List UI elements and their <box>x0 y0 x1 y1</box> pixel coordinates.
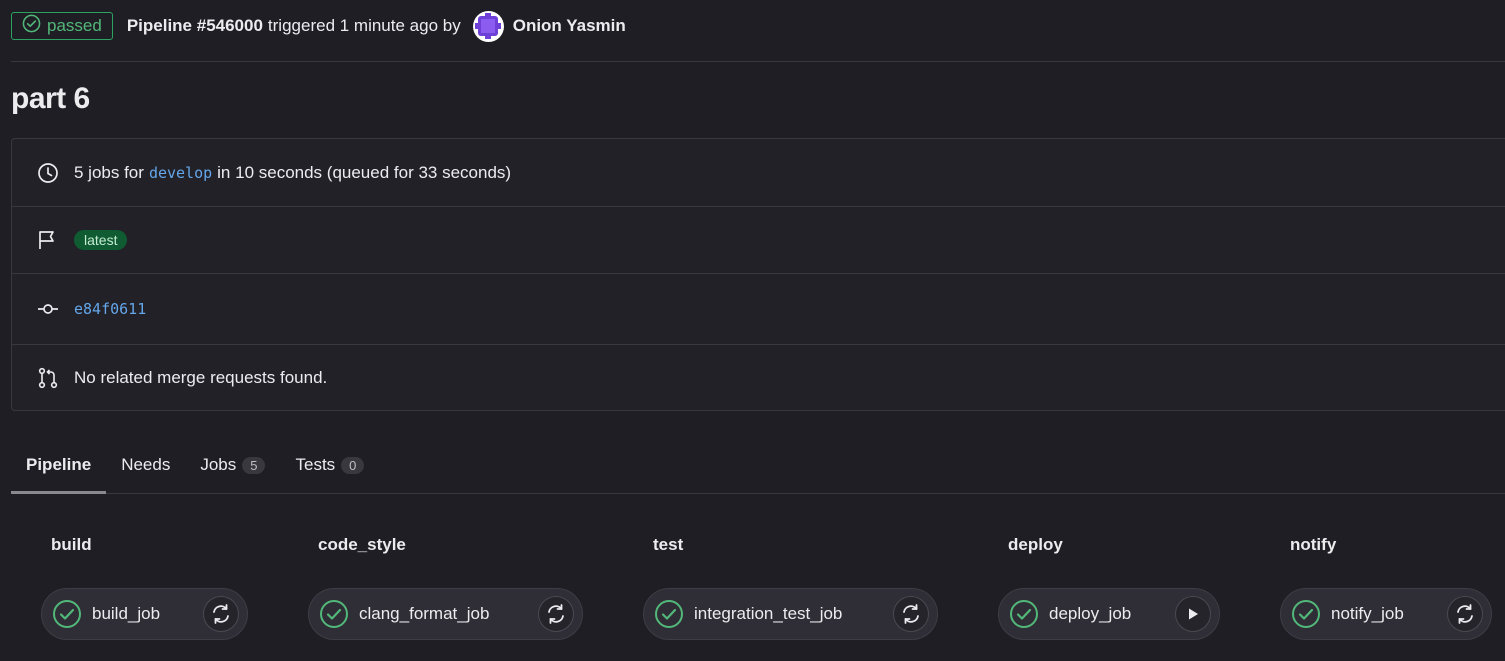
tab-label: Tests <box>295 455 336 474</box>
latest-badge: latest <box>74 230 128 250</box>
status-badge[interactable]: passed <box>11 12 113 40</box>
status-label: passed <box>47 16 102 35</box>
job-card[interactable]: build_job <box>41 588 248 640</box>
retry-icon[interactable] <box>538 596 574 632</box>
pipeline-info-panel: 5 jobs for develop in 10 seconds (queued… <box>11 138 1505 411</box>
stage-title: test <box>653 535 684 554</box>
tab-label: Jobs <box>200 455 237 474</box>
stage-title: build <box>51 535 92 554</box>
trigger-text: triggered 1 minute ago by <box>267 16 461 35</box>
branch-link[interactable]: develop <box>149 164 212 182</box>
stage-title: code_style <box>318 535 406 554</box>
job-name: build_job <box>92 604 161 623</box>
jobs-summary-row: 5 jobs for develop in 10 seconds (queued… <box>12 139 1505 206</box>
retry-icon[interactable] <box>893 596 929 632</box>
pipeline-tabs: Pipeline Needs Jobs 5 Tests 0 <box>11 437 1505 494</box>
commit-icon <box>36 297 60 321</box>
job-name: integration_test_job <box>694 604 843 623</box>
job-name: notify_job <box>1331 604 1404 623</box>
merge-request-icon <box>36 366 60 390</box>
avatar[interactable] <box>472 10 504 42</box>
retry-icon[interactable] <box>203 596 239 632</box>
tab-pipeline[interactable]: Pipeline <box>11 437 107 494</box>
commit-row: e84f0611 <box>12 274 1505 344</box>
badges-row: latest <box>12 207 1505 273</box>
check-circle-icon <box>22 14 41 38</box>
job-card[interactable]: clang_format_job <box>308 588 583 640</box>
divider <box>11 61 1505 62</box>
tab-needs[interactable]: Needs <box>106 437 185 493</box>
merge-requests-row: No related merge requests found. <box>12 345 1505 411</box>
pipeline-header: passed Pipeline #546000 triggered 1 minu… <box>11 10 1505 42</box>
job-card[interactable]: notify_job <box>1280 588 1492 640</box>
clock-icon <box>36 161 60 185</box>
tab-count: 0 <box>341 456 365 474</box>
job-card[interactable]: deploy_job <box>998 588 1220 640</box>
page-title: part 6 <box>11 82 90 115</box>
stage-title: deploy <box>1008 535 1063 554</box>
check-circle-icon <box>52 599 82 629</box>
tab-jobs[interactable]: Jobs 5 <box>185 437 280 493</box>
tab-label: Needs <box>121 455 171 474</box>
merge-requests-text: No related merge requests found. <box>74 368 328 387</box>
tab-count: 5 <box>242 456 266 474</box>
play-icon[interactable] <box>1175 596 1211 632</box>
check-circle-icon <box>1291 599 1321 629</box>
check-circle-icon <box>319 599 349 629</box>
job-name: clang_format_job <box>359 604 490 623</box>
check-circle-icon <box>654 599 684 629</box>
flag-icon <box>36 228 60 252</box>
job-card[interactable]: integration_test_job <box>643 588 938 640</box>
author-name[interactable]: Onion Yasmin <box>513 16 626 36</box>
job-name: deploy_job <box>1049 604 1132 623</box>
check-circle-icon <box>1009 599 1039 629</box>
jobs-summary-suffix: in 10 seconds (queued for 33 seconds) <box>217 162 512 182</box>
commit-sha-link[interactable]: e84f0611 <box>74 300 146 318</box>
tab-label: Pipeline <box>26 455 92 474</box>
pipeline-id: Pipeline #546000 <box>126 16 263 35</box>
tab-tests[interactable]: Tests 0 <box>280 437 379 493</box>
retry-icon[interactable] <box>1447 596 1483 632</box>
stage-title: notify <box>1290 535 1337 554</box>
jobs-summary-prefix: 5 jobs for <box>74 162 144 182</box>
